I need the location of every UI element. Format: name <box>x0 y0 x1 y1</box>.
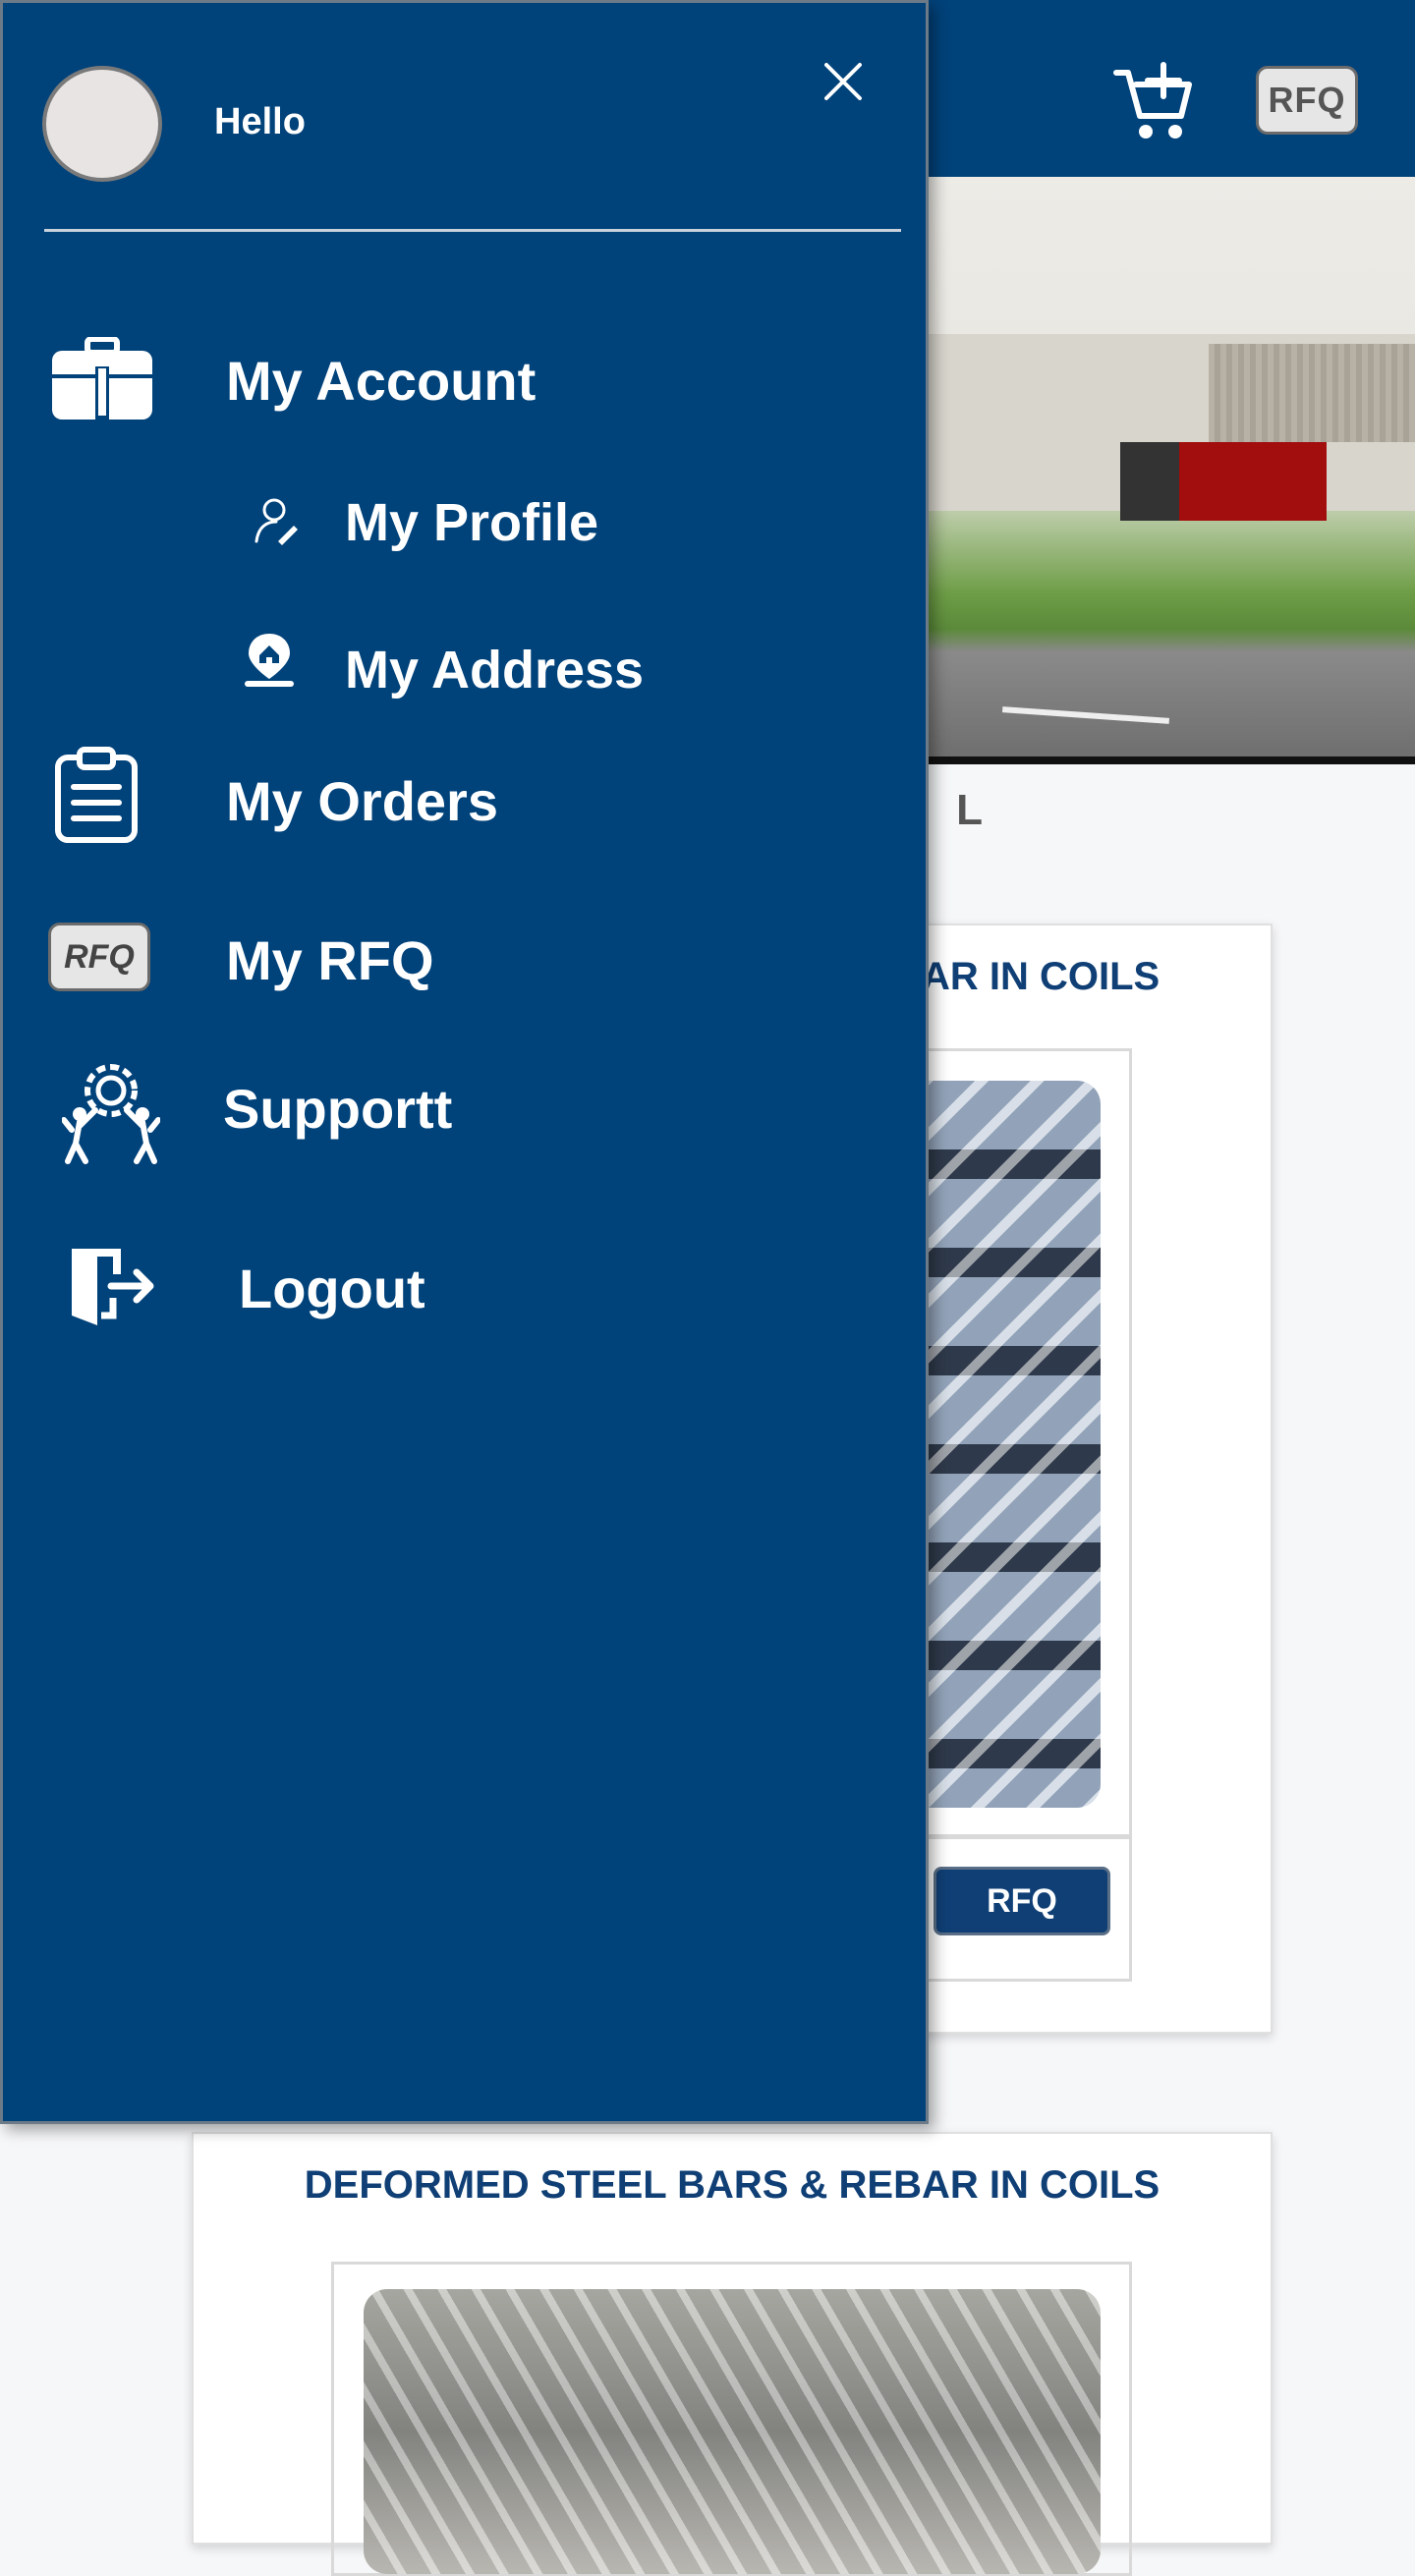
hero-building-panel <box>1209 344 1415 442</box>
menu-item-my-address[interactable]: My Address <box>199 622 927 720</box>
hero-road-marking <box>1001 706 1170 724</box>
close-icon[interactable] <box>819 57 868 106</box>
clipboard-icon <box>54 746 139 849</box>
menu-item-label: My Orders <box>226 770 498 832</box>
menu-item-label: Supportt <box>223 1078 453 1140</box>
rfq-button[interactable]: RFQ <box>934 1867 1110 1935</box>
menu-item-support[interactable]: Supportt <box>3 1049 927 1167</box>
navigation-drawer: Hello My Account My Profile My Address M… <box>0 0 929 2124</box>
product-card[interactable]: DEFORMED STEEL BARS & REBAR IN COILS <box>192 2132 1273 2576</box>
menu-item-my-orders[interactable]: My Orders <box>3 740 927 858</box>
drawer-divider <box>44 229 901 232</box>
briefcase-icon <box>50 336 154 426</box>
menu-item-label: Logout <box>239 1258 425 1319</box>
menu-item-logout[interactable]: Logout <box>3 1221 927 1349</box>
product-image-frame <box>331 2262 1132 2576</box>
menu-item-label: My Profile <box>345 493 599 552</box>
menu-item-my-rfq[interactable]: RFQ My RFQ <box>3 902 927 1010</box>
menu-item-label: My RFQ <box>226 929 434 991</box>
logout-door-icon <box>66 1241 156 1336</box>
menu-item-label: My Address <box>345 641 645 700</box>
greeting-text: Hello <box>214 101 306 142</box>
menu-item-my-account[interactable]: My Account <box>3 317 927 445</box>
menu-item-label: My Account <box>226 350 537 412</box>
product-image-rebar[interactable] <box>364 2289 1101 2574</box>
location-pin-icon <box>243 630 296 694</box>
menu-item-my-profile[interactable]: My Profile <box>199 475 927 573</box>
hero-building-red-wall <box>1179 442 1327 521</box>
cart-add-icon[interactable] <box>1110 59 1199 147</box>
rfq-icon: RFQ <box>48 923 150 991</box>
support-gear-icon <box>61 1057 161 1170</box>
rfq-header-button[interactable]: RFQ <box>1256 66 1358 135</box>
hero-building-entrance <box>1120 442 1179 521</box>
product-card-title: DEFORMED STEEL BARS & REBAR IN COILS <box>304 2163 1160 2207</box>
profile-edit-icon <box>255 496 300 550</box>
avatar[interactable] <box>42 66 162 182</box>
